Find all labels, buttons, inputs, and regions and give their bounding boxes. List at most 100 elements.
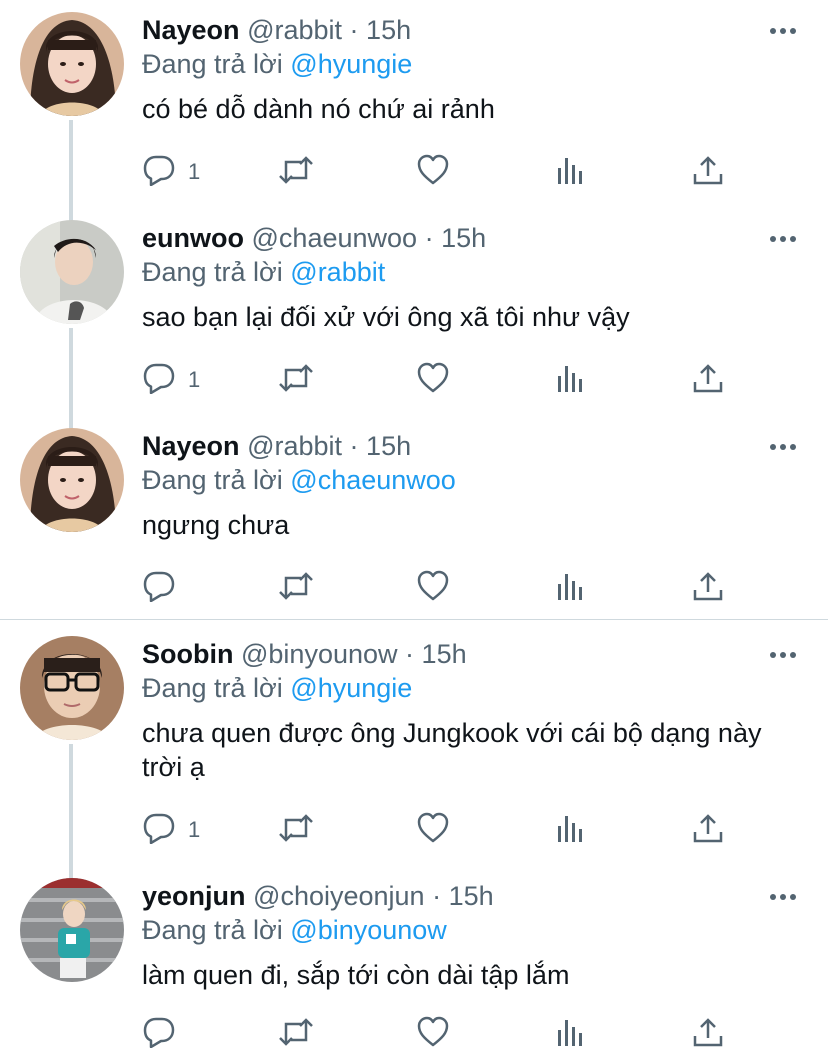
avatar[interactable] <box>20 428 124 532</box>
retweet-button[interactable] <box>277 570 315 606</box>
replying-to-label: Đang trả lời <box>142 257 283 287</box>
mention-link[interactable]: @binyounow <box>290 915 447 945</box>
views-button[interactable] <box>556 362 586 398</box>
username[interactable]: @binyounow <box>241 639 398 669</box>
timestamp[interactable]: 15h <box>441 223 486 253</box>
retweet-button[interactable] <box>277 812 315 848</box>
username[interactable]: @chaeunwoo <box>252 223 418 253</box>
reply-button[interactable]: 1 <box>142 812 200 848</box>
like-button[interactable] <box>416 362 450 398</box>
retweet-icon <box>277 362 315 399</box>
display-name[interactable]: eunwoo <box>142 223 244 253</box>
tweet-text: ngưng chưa <box>142 510 290 540</box>
heart-icon <box>416 362 450 399</box>
share-icon <box>692 812 724 849</box>
mention-link[interactable]: @hyungie <box>290 673 412 703</box>
reply-button[interactable] <box>142 1016 188 1052</box>
share-icon <box>692 154 724 191</box>
action-bar <box>142 570 742 606</box>
tweet[interactable]: Nayeon @rabbit · 15h Đang trả lời @chaeu… <box>0 428 828 618</box>
avatar[interactable] <box>20 878 124 982</box>
reply-count: 1 <box>188 159 201 184</box>
retweet-icon <box>277 1016 315 1053</box>
retweet-button[interactable] <box>277 1016 315 1052</box>
display-name[interactable]: yeonjun <box>142 881 246 911</box>
like-button[interactable] <box>416 1016 450 1052</box>
username[interactable]: @rabbit <box>247 431 342 461</box>
avatar[interactable] <box>20 220 124 324</box>
retweet-icon <box>277 812 315 849</box>
replying-to: Đang trả lời @rabbit <box>142 254 385 290</box>
views-button[interactable] <box>556 1016 586 1052</box>
reply-button[interactable]: 1 <box>142 362 200 398</box>
views-button[interactable] <box>556 154 586 190</box>
timestamp[interactable]: 15h <box>449 881 494 911</box>
profile-photo-nayeon <box>20 12 124 116</box>
action-bar: 1 <box>142 812 742 848</box>
share-button[interactable] <box>692 154 724 190</box>
reply-button[interactable] <box>142 570 188 606</box>
replying-to: Đang trả lời @hyungie <box>142 670 412 706</box>
more-icon[interactable] <box>768 648 798 660</box>
timestamp[interactable]: 15h <box>422 639 467 669</box>
profile-photo-nayeon <box>20 428 124 532</box>
conversation-divider <box>0 619 828 620</box>
timestamp[interactable]: 15h <box>366 15 411 45</box>
separator-dot: · <box>349 431 359 461</box>
more-icon[interactable] <box>768 440 798 452</box>
replying-to-label: Đang trả lời <box>142 49 283 79</box>
action-bar <box>142 1016 742 1052</box>
tweet[interactable]: Soobin @binyounow · 15h Đang trả lời @hy… <box>0 636 828 876</box>
like-button[interactable] <box>416 570 450 606</box>
tweet-header: yeonjun @choiyeonjun · 15h <box>142 878 494 914</box>
views-button[interactable] <box>556 812 586 848</box>
avatar[interactable] <box>20 636 124 740</box>
retweet-button[interactable] <box>277 362 315 398</box>
more-icon[interactable] <box>768 24 798 36</box>
like-button[interactable] <box>416 812 450 848</box>
tweet-header: Soobin @binyounow · 15h <box>142 636 467 672</box>
share-button[interactable] <box>692 362 724 398</box>
replying-to: Đang trả lời @chaeunwoo <box>142 462 456 498</box>
like-button[interactable] <box>416 154 450 190</box>
tweet-header: Nayeon @rabbit · 15h <box>142 12 411 48</box>
username[interactable]: @choiyeonjun <box>253 881 425 911</box>
mention-link[interactable]: @chaeunwoo <box>290 465 456 495</box>
separator-dot: · <box>432 881 442 911</box>
share-button[interactable] <box>692 570 724 606</box>
mention-link[interactable]: @hyungie <box>290 49 412 79</box>
more-icon[interactable] <box>768 890 798 902</box>
share-button[interactable] <box>692 1016 724 1052</box>
replying-to: Đang trả lời @binyounow <box>142 912 447 948</box>
reply-button[interactable]: 1 <box>142 154 200 190</box>
tweet-header: eunwoo @chaeunwoo · 15h <box>142 220 486 256</box>
share-icon <box>692 362 724 399</box>
separator-dot: · <box>424 223 434 253</box>
timestamp[interactable]: 15h <box>366 431 411 461</box>
action-bar: 1 <box>142 362 742 398</box>
action-bar: 1 <box>142 154 742 190</box>
display-name[interactable]: Soobin <box>142 639 233 669</box>
reply-icon <box>142 570 176 607</box>
display-name[interactable]: Nayeon <box>142 15 240 45</box>
views-button[interactable] <box>556 570 586 606</box>
reply-icon <box>142 154 176 191</box>
tweet[interactable]: Nayeon @rabbit · 15h Đang trả lời @hyung… <box>0 12 828 212</box>
replying-to-label: Đang trả lời <box>142 915 283 945</box>
username[interactable]: @rabbit <box>247 15 342 45</box>
tweet-header: Nayeon @rabbit · 15h <box>142 428 411 464</box>
tweet[interactable]: yeonjun @choiyeonjun · 15h Đang trả lời … <box>0 878 828 1061</box>
separator-dot: · <box>349 15 359 45</box>
mention-link[interactable]: @rabbit <box>290 257 385 287</box>
display-name[interactable]: Nayeon <box>142 431 240 461</box>
share-button[interactable] <box>692 812 724 848</box>
avatar[interactable] <box>20 12 124 116</box>
tweet[interactable]: eunwoo @chaeunwoo · 15h Đang trả lời @ra… <box>0 220 828 420</box>
retweet-button[interactable] <box>277 154 315 190</box>
heart-icon <box>416 812 450 849</box>
tweet-text: chưa quen được ông Jungkook với cái bộ d… <box>142 718 762 782</box>
retweet-icon <box>277 570 315 607</box>
heart-icon <box>416 570 450 607</box>
more-icon[interactable] <box>768 232 798 244</box>
reply-count: 1 <box>188 367 201 392</box>
